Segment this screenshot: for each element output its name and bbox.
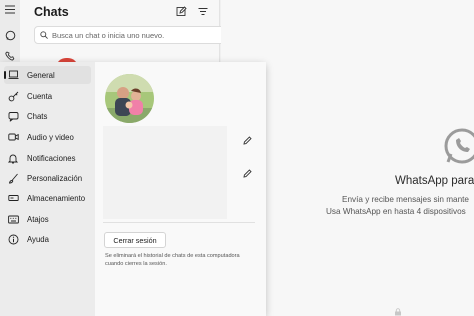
laptop-icon [7, 69, 19, 81]
key-icon [7, 90, 19, 102]
profile-photo[interactable] [105, 74, 154, 123]
edit-name-icon[interactable] [241, 134, 253, 146]
settings-panel: General Cuenta Chats Audio y video Notif… [0, 62, 266, 316]
search-box[interactable] [34, 26, 228, 44]
welcome-title: WhatsApp para [395, 175, 474, 187]
settings-nav-label: Notificaciones [27, 153, 76, 163]
profile-info-area [103, 126, 227, 219]
phone-icon[interactable] [3, 49, 17, 63]
keyboard-icon [7, 213, 19, 225]
info-icon [7, 233, 19, 245]
edit-about-icon[interactable] [241, 167, 253, 179]
settings-nav: General Cuenta Chats Audio y video Notif… [0, 62, 95, 316]
settings-nav-label: General [27, 70, 55, 80]
settings-content: Cerrar sesión Se eliminará el historial … [95, 62, 266, 316]
settings-nav-ayuda[interactable]: Ayuda [4, 230, 91, 248]
chats-rail-icon[interactable] [3, 28, 17, 42]
settings-nav-general[interactable]: General [4, 66, 91, 84]
chats-title: Chats [34, 5, 69, 19]
settings-nav-audio-video[interactable]: Audio y video [4, 128, 91, 146]
welcome-subtitle-line1: Envía y recibe mensajes sin mante [342, 195, 469, 204]
settings-nav-personalizacion[interactable]: Personalización [4, 169, 91, 187]
search-input[interactable] [52, 30, 222, 40]
settings-nav-label: Atajos [27, 214, 49, 224]
settings-nav-label: Personalización [27, 173, 83, 183]
settings-nav-almacenamiento[interactable]: Almacenamiento [4, 189, 91, 207]
settings-nav-label: Almacenamiento [27, 193, 86, 203]
settings-nav-notificaciones[interactable]: Notificaciones [4, 149, 91, 167]
settings-nav-chats[interactable]: Chats [4, 107, 91, 125]
filter-icon[interactable] [196, 4, 210, 18]
settings-nav-label: Cuenta [27, 91, 53, 101]
settings-nav-atajos[interactable]: Atajos [4, 210, 91, 228]
welcome-subtitle-line2: Usa WhatsApp en hasta 4 dispositivos [326, 207, 466, 216]
hamburger-menu-icon[interactable] [3, 2, 17, 16]
divider [103, 222, 255, 223]
logout-button[interactable]: Cerrar sesión [104, 232, 166, 248]
settings-nav-cuenta[interactable]: Cuenta [4, 87, 91, 105]
footer-lock-icon [394, 308, 434, 316]
logout-note: Se eliminará el historial de chats de es… [105, 253, 240, 268]
new-chat-icon[interactable] [174, 4, 188, 18]
settings-nav-label: Audio y video [27, 132, 74, 142]
storage-icon [7, 192, 19, 204]
brush-icon [7, 172, 19, 184]
whatsapp-logo-icon [440, 124, 474, 168]
chat-bubble-icon [7, 110, 19, 122]
settings-nav-label: Chats [27, 111, 48, 121]
bell-icon [7, 152, 19, 164]
settings-nav-label: Ayuda [27, 234, 49, 244]
search-icon [40, 26, 48, 44]
video-icon [7, 131, 19, 143]
